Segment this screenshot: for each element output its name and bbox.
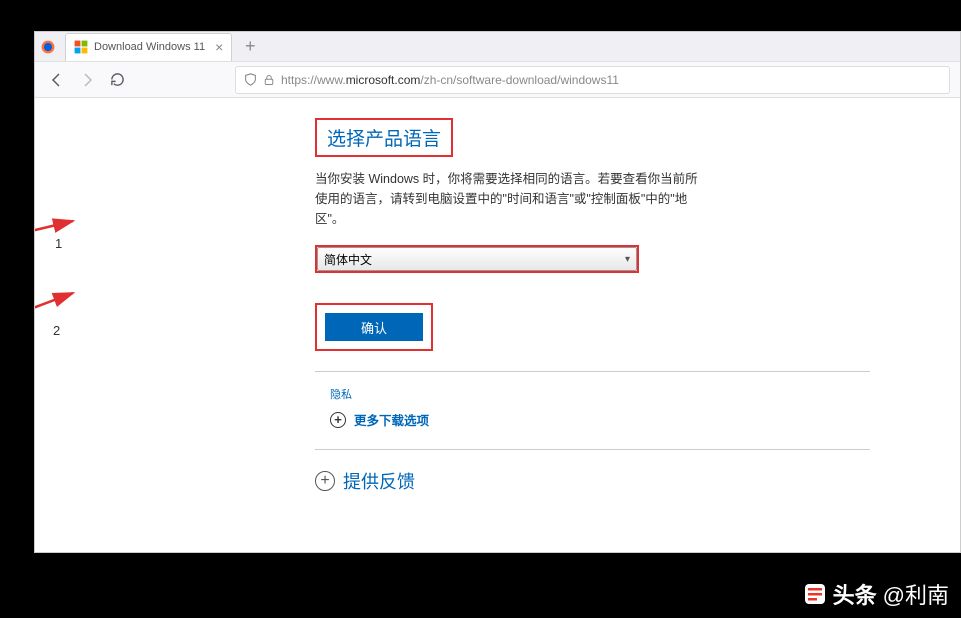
language-select[interactable]: 简体中文 ▾ [317, 247, 637, 271]
watermark-author: @利南 [883, 578, 949, 610]
divider [315, 371, 870, 372]
reload-button[interactable] [105, 68, 129, 92]
confirm-highlight: 确认 [315, 303, 433, 351]
shield-icon [244, 73, 257, 86]
divider [315, 449, 870, 450]
privacy-link[interactable]: 隐私 [330, 386, 710, 402]
browser-toolbar: https://www.microsoft.com/zh-cn/software… [35, 62, 960, 98]
annotation-number: 2 [53, 323, 60, 338]
plus-circle-icon: + [315, 471, 335, 491]
instruction-text: 当你安装 Windows 时，你将需要选择相同的语言。若要查看你当前所使用的语言… [315, 169, 710, 229]
arrow-left-icon [49, 72, 65, 88]
watermark: 头条 @利南 [803, 578, 949, 610]
browser-tab[interactable]: Download Windows 11 × [65, 33, 232, 61]
tab-title: Download Windows 11 [94, 41, 205, 53]
reload-icon [110, 72, 125, 87]
arrow-right-icon [79, 72, 95, 88]
plus-circle-icon: + [330, 412, 346, 428]
arrow-annotation-icon [35, 258, 80, 358]
new-tab-button[interactable]: + [240, 36, 260, 57]
address-bar[interactable]: https://www.microsoft.com/zh-cn/software… [235, 66, 950, 94]
microsoft-favicon-icon [74, 40, 88, 54]
chevron-down-icon: ▾ [625, 254, 630, 265]
select-value: 简体中文 [324, 251, 372, 268]
toutiao-icon [803, 582, 827, 606]
feedback-label: 提供反馈 [343, 468, 415, 494]
confirm-button[interactable]: 确认 [325, 313, 423, 341]
close-tab-icon[interactable]: × [215, 39, 223, 55]
tab-bar: Download Windows 11 × + [35, 32, 960, 62]
back-button[interactable] [45, 68, 69, 92]
forward-button[interactable] [75, 68, 99, 92]
annotation-number: 1 [55, 236, 62, 251]
heading-highlight: 选择产品语言 [315, 118, 453, 157]
firefox-icon [41, 40, 55, 54]
page-content: 选择产品语言 当你安装 Windows 时，你将需要选择相同的语言。若要查看你当… [35, 98, 960, 552]
page-heading: 选择产品语言 [327, 124, 441, 151]
select-highlight: 简体中文 ▾ [315, 245, 639, 273]
arrow-annotation-icon [35, 203, 80, 263]
watermark-brand: 头条 [833, 578, 877, 610]
more-downloads-link[interactable]: + 更多下载选项 [330, 410, 710, 429]
lock-icon [263, 74, 275, 86]
feedback-link[interactable]: + 提供反馈 [315, 468, 710, 494]
more-downloads-label: 更多下载选项 [354, 410, 429, 429]
url-text: https://www.microsoft.com/zh-cn/software… [281, 73, 619, 87]
